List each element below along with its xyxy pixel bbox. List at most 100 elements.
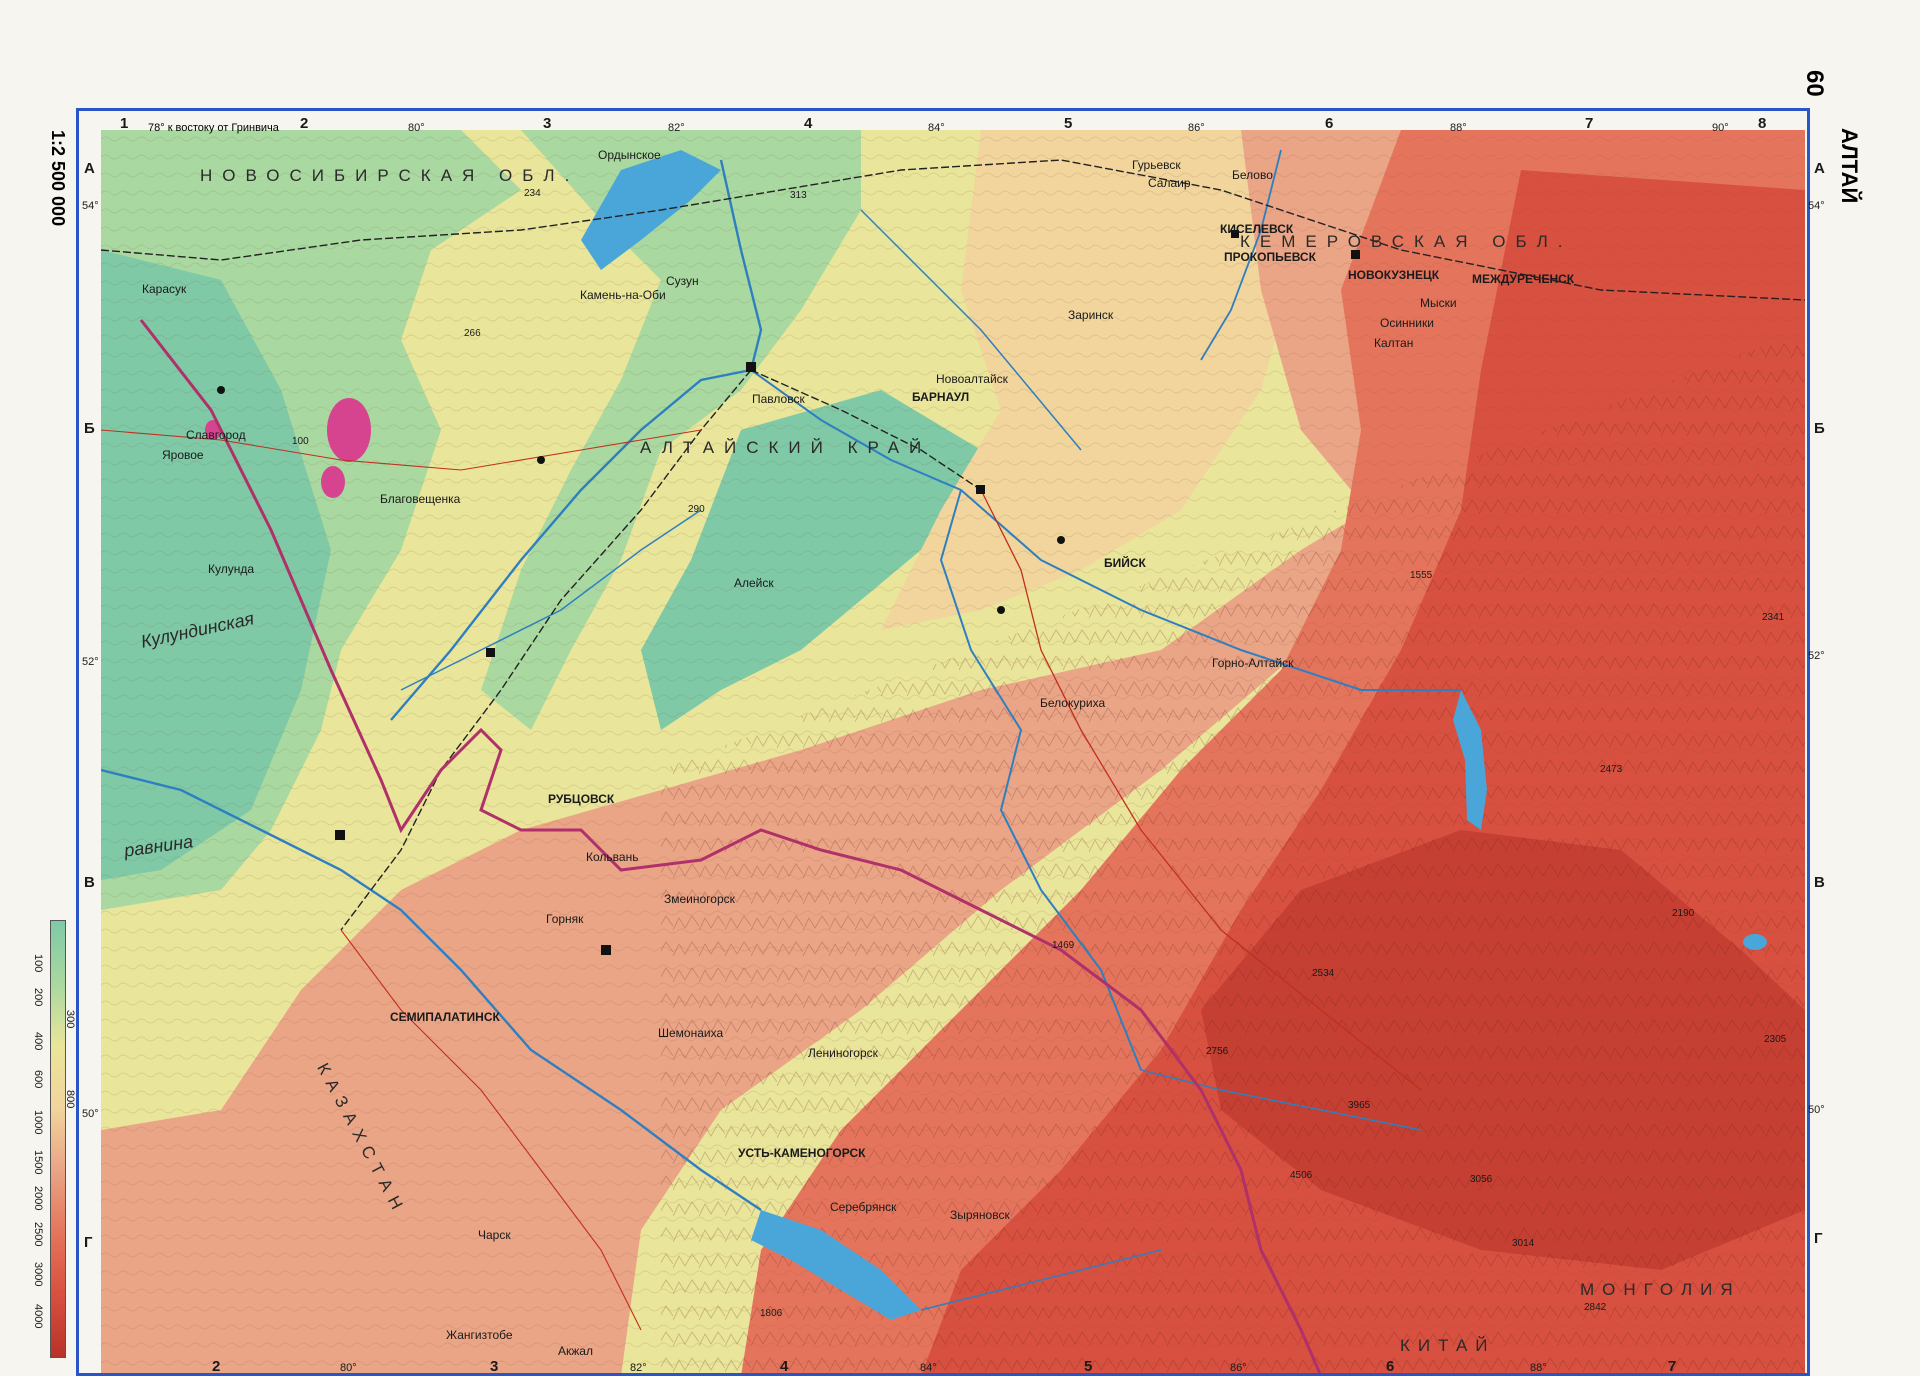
spot-height: 2473 — [1600, 764, 1623, 775]
town-salair[interactable]: Салаир — [1148, 176, 1191, 190]
spot-height: 266 — [464, 328, 481, 339]
city-barnaul[interactable]: БАРНАУЛ — [912, 390, 969, 404]
city-semipalatinsk[interactable]: СЕМИПАЛАТИНСК — [390, 1010, 500, 1024]
town-zmeinogorsk[interactable]: Змеиногорск — [664, 892, 735, 906]
town-blagoveshchenka[interactable]: Благовещенка — [380, 492, 460, 506]
city-novokuznetsk[interactable]: НОВОКУЗНЕЦК — [1348, 268, 1439, 282]
legend-value: 100 — [32, 954, 44, 973]
lat-right-50: 50° — [1808, 1104, 1825, 1116]
lat-left-50: 50° — [82, 1108, 99, 1120]
legend-value: 600 — [32, 1070, 44, 1089]
town-zyryanovsk[interactable]: Зыряновск — [950, 1208, 1010, 1222]
lon-top-80: 80° — [408, 122, 425, 134]
map-scale: 1:2 500 000 — [48, 130, 68, 227]
meridian-note: 78° к востоку от Гринвича — [148, 122, 279, 134]
town-charsk[interactable]: Чарск — [478, 1228, 511, 1242]
town-suzun[interactable]: Сузун — [666, 274, 699, 288]
city-ust-kamenogorsk[interactable]: УСТЬ-КАМЕНОГОРСК — [738, 1146, 865, 1160]
grid-col-2: 2 — [300, 115, 309, 132]
grid-row-a-right: А — [1814, 160, 1825, 177]
atlas-page: 60 АЛТАЙ 1:2 500 000 78° к востоку от Гр… — [0, 0, 1920, 1376]
grid-col-3: 3 — [543, 115, 552, 132]
lat-left-52: 52° — [82, 656, 99, 668]
town-zarinsk[interactable]: Заринск — [1068, 308, 1113, 322]
elevation-legend — [50, 920, 66, 1358]
grid-col-4: 4 — [804, 115, 813, 132]
legend-value: 1000 — [32, 1110, 44, 1135]
label-altai-krai: АЛТАЙСКИЙ КРАЙ — [640, 438, 932, 457]
spot-height: 2341 — [1762, 612, 1785, 623]
city-prokopyevsk[interactable]: ПРОКОПЬЕВСК — [1224, 250, 1316, 264]
lat-right-54: 54° — [1808, 200, 1825, 212]
grid-col-1: 1 — [120, 115, 129, 132]
town-gurevsk[interactable]: Гурьевск — [1132, 158, 1181, 172]
town-kaltan[interactable]: Калтан — [1374, 336, 1413, 350]
legend-value: 300 — [64, 1010, 76, 1029]
town-yarovoe[interactable]: Яровое — [162, 448, 204, 462]
grid-col-7: 7 — [1585, 115, 1594, 132]
spot-height: 3014 — [1512, 1238, 1535, 1249]
spot-height: 1469 — [1052, 940, 1075, 951]
legend-value: 400 — [32, 1032, 44, 1051]
town-gorno-altaysk[interactable]: Горно-Алтайск — [1212, 656, 1293, 670]
grid-row-b-right: Б — [1814, 420, 1825, 437]
town-gornyak[interactable]: Горняк — [546, 912, 583, 926]
lon-top-86: 86° — [1188, 122, 1205, 134]
grid-col-bottom-4: 4 — [780, 1358, 789, 1375]
city-novoaltaysk[interactable]: Новоалтайск — [936, 372, 1008, 386]
legend-value: 2000 — [32, 1186, 44, 1211]
legend-value: 3000 — [32, 1262, 44, 1287]
spot-height-belukha: 4506 — [1290, 1170, 1313, 1181]
city-biysk[interactable]: БИЙСК — [1104, 556, 1146, 570]
spot-height: 2305 — [1764, 1034, 1787, 1045]
lon-top-90: 90° — [1712, 122, 1729, 134]
town-ordynskoye[interactable]: Ордынское — [598, 148, 661, 162]
lon-bottom-84: 84° — [920, 1362, 937, 1374]
town-pavlovsk[interactable]: Павловск — [752, 392, 805, 406]
grid-col-bottom-5: 5 — [1084, 1358, 1093, 1375]
town-myski[interactable]: Мыски — [1420, 296, 1457, 310]
legend-value: 4000 — [32, 1304, 44, 1329]
town-leninogorsk[interactable]: Лениногорск — [808, 1046, 878, 1060]
town-belokurikha[interactable]: Белокуриха — [1040, 696, 1105, 710]
town-slavgorod[interactable]: Славгород — [186, 428, 246, 442]
lon-top-84: 84° — [928, 122, 945, 134]
lon-bottom-88: 88° — [1530, 1362, 1547, 1374]
grid-col-bottom-2: 2 — [212, 1358, 221, 1375]
spot-height: 2534 — [1312, 968, 1335, 979]
town-serebryansk[interactable]: Серебрянск — [830, 1200, 896, 1214]
town-akzhal[interactable]: Акжал — [558, 1344, 593, 1358]
spot-height: 1806 — [760, 1308, 783, 1319]
spot-height: 3056 — [1470, 1174, 1493, 1185]
lon-top-82: 82° — [668, 122, 685, 134]
page-number: 60 — [1801, 70, 1828, 97]
spot-height: 234 — [524, 188, 541, 199]
spot-height: 2756 — [1206, 1046, 1229, 1057]
town-kamen-na-obi[interactable]: Камень-на-Оби — [580, 288, 666, 302]
legend-value: 1500 — [32, 1150, 44, 1175]
town-belovo[interactable]: Белово — [1232, 168, 1273, 182]
grid-row-g-left: Г — [84, 1234, 93, 1251]
town-kulunda[interactable]: Кулунда — [208, 562, 254, 576]
city-mezhdurechensk[interactable]: МЕЖДУРЕЧЕНСК — [1472, 272, 1574, 286]
town-osinniki[interactable]: Осинники — [1380, 316, 1434, 330]
legend-value: 200 — [32, 988, 44, 1007]
label-mongolia: МОНГОЛИЯ — [1580, 1280, 1741, 1299]
city-kiselevsk[interactable]: КИСЕЛЕВСК — [1220, 222, 1293, 236]
town-shemonaikha[interactable]: Шемонаиха — [658, 1026, 723, 1040]
town-zhangiztobe[interactable]: Жангизтобе — [446, 1328, 513, 1342]
town-kolyvan[interactable]: Кольвань — [586, 850, 638, 864]
map-frame — [76, 108, 1810, 1376]
spot-height: 313 — [790, 190, 807, 201]
lat-left-54: 54° — [82, 200, 99, 212]
town-karasuk[interactable]: Карасук — [142, 282, 186, 296]
legend-value: 800 — [64, 1090, 76, 1109]
lat-right-52: 52° — [1808, 650, 1825, 662]
page-title: АЛТАЙ — [1837, 128, 1862, 204]
spot-height: 2842 — [1584, 1302, 1607, 1313]
spot-height: 100 — [292, 436, 309, 447]
city-rubtsovsk[interactable]: РУБЦОВСК — [548, 792, 614, 806]
town-aleysk[interactable]: Алейск — [734, 576, 774, 590]
lon-bottom-80: 80° — [340, 1362, 357, 1374]
spot-height: 1555 — [1410, 570, 1433, 581]
